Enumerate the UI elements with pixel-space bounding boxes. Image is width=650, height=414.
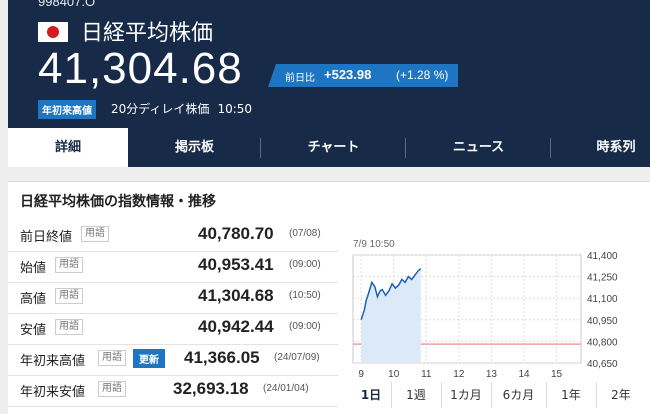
index-info-panel: 日経平均株価の指数情報・推移 前日終値 用語 40,780.70 (07/08)… [8, 181, 650, 414]
period-1d[interactable]: 1日 [351, 382, 392, 408]
tab-history-label: 時系列 [596, 140, 636, 155]
x-tick-label: 12 [453, 369, 465, 380]
delay-info: 20分ディレイ株価 10:50 [111, 100, 252, 117]
row-high: 高値 用語 41,304.68 (10:50) [8, 282, 338, 314]
japan-flag-icon [38, 22, 68, 42]
y-tick-label: 41,400 [587, 251, 618, 262]
tab-board-label: 掲示板 [174, 140, 214, 155]
row-date: (10:50) [289, 290, 321, 301]
tab-chart-label: チャート [307, 140, 360, 155]
change-label: 前日比 [285, 73, 315, 84]
y-tick-label: 41,250 [587, 273, 618, 284]
row-label: 前日終値 [20, 230, 73, 245]
x-tick-label: 13 [486, 369, 498, 380]
y-tick-label: 40,800 [587, 337, 618, 348]
period-1w[interactable]: 1週 [391, 382, 442, 408]
x-tick-label: 14 [518, 369, 530, 380]
period-1m[interactable]: 1カ月 [441, 382, 492, 408]
change-box: 前日比 +523.98 (+1.28 %) [268, 64, 458, 87]
ytd-high-badge: 年初来高値 [38, 100, 96, 119]
quote-header: 998407.O 日経平均株価 41,304.68 前日比 +523.98 (+… [8, 0, 650, 128]
term-link[interactable]: 用語 [55, 319, 83, 335]
x-tick-label: 9 [358, 369, 364, 380]
term-link[interactable]: 用語 [98, 381, 126, 397]
row-value: 40,942.44 [198, 317, 274, 336]
tab-chart[interactable]: チャート [261, 128, 406, 167]
row-date: (09:00) [289, 321, 321, 332]
change-percent: (+1.28 %) [396, 68, 449, 82]
delay-text: 20分ディレイ株価 [111, 102, 210, 116]
update-badge: 更新 [133, 349, 165, 368]
index-name: 日経平均株価 [81, 21, 214, 46]
price-area [361, 268, 421, 363]
row-ytd-high: 年初来高値 用語 更新 41,366.05 (24/07/09) [8, 344, 338, 376]
tab-board[interactable]: 掲示板 [128, 128, 261, 167]
tab-detail[interactable]: 詳細 [8, 128, 128, 167]
current-price: 41,304.68 [38, 44, 243, 93]
period-6m[interactable]: 6カ月 [491, 382, 547, 408]
main-tabs: 詳細 掲示板 チャート ニュース 時系列 [8, 128, 650, 167]
row-date: (24/01/04) [263, 383, 309, 394]
row-date: (24/07/09) [274, 352, 320, 363]
term-link[interactable]: 用語 [55, 288, 83, 304]
period-2y[interactable]: 2年 [596, 382, 646, 408]
x-tick-label: 11 [421, 369, 432, 380]
quote-time: 10:50 [217, 102, 253, 116]
term-link[interactable]: 用語 [81, 226, 109, 242]
y-tick-label: 41,100 [587, 294, 618, 305]
tab-history[interactable]: 時系列 [551, 128, 650, 167]
row-value: 40,953.41 [198, 255, 274, 274]
tab-news-label: ニュース [452, 140, 505, 155]
row-ytd-low: 年初来安値 用語 32,693.18 (24/01/04) [8, 375, 338, 407]
row-low: 安値 用語 40,942.44 (09:00) [8, 313, 338, 345]
term-link[interactable]: 用語 [55, 257, 83, 273]
x-tick-label: 10 [388, 369, 400, 380]
panel-title: 日経平均株価の指数情報・推移 [20, 194, 216, 210]
tab-news[interactable]: ニュース [406, 128, 551, 167]
chart-period-tabs: 1日 1週 1カ月 6カ月 1年 2年 [351, 382, 646, 408]
row-value: 32,693.18 [173, 379, 249, 398]
stock-code: 998407.O [38, 0, 96, 9]
chart-timestamp: 7/9 10:50 [353, 239, 395, 250]
y-tick-label: 40,650 [587, 359, 618, 370]
period-1y[interactable]: 1年 [546, 382, 597, 408]
row-prev-close: 前日終値 用語 40,780.70 (07/08) [8, 220, 338, 252]
change-value: +523.98 [324, 67, 372, 82]
row-label: 年初来安値 [20, 385, 86, 400]
row-date: (09:00) [289, 259, 321, 270]
term-link[interactable]: 用語 [98, 350, 126, 366]
row-value: 40,780.70 [198, 224, 274, 243]
row-label: 年初来高値 [20, 354, 86, 369]
x-tick-label: 15 [551, 369, 563, 380]
y-tick-label: 40,950 [587, 316, 618, 327]
row-label: 高値 [20, 292, 47, 307]
row-open: 始値 用語 40,953.41 (09:00) [8, 251, 338, 283]
row-value: 41,366.05 [184, 348, 260, 367]
row-value: 41,304.68 [198, 286, 274, 305]
row-date: (07/08) [289, 228, 321, 239]
row-label: 始値 [20, 261, 47, 276]
row-label: 安値 [20, 323, 47, 338]
